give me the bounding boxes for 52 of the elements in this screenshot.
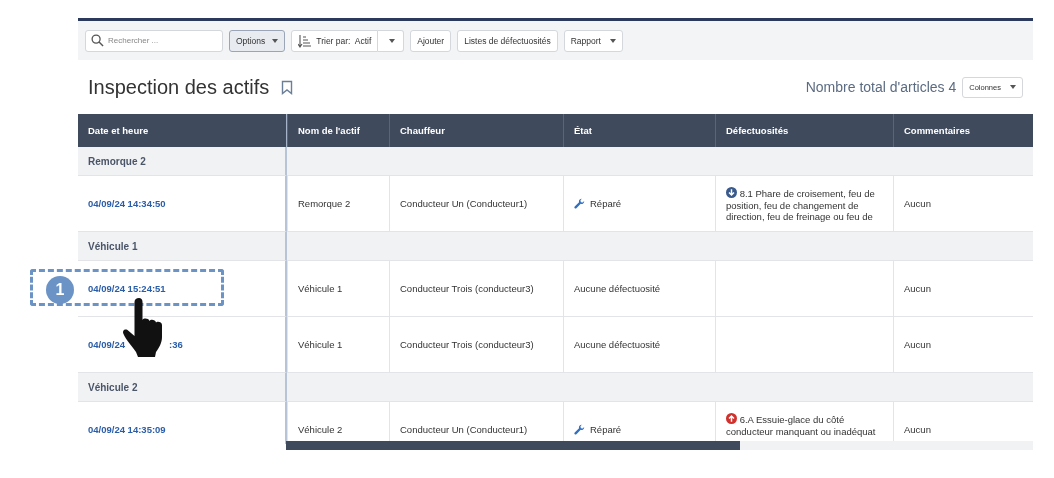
table-cell: Véhicule 1: [298, 339, 343, 350]
page-title: Inspection des actifs: [88, 75, 270, 99]
table-cell: Remorque 2: [298, 198, 351, 209]
table-cell: Véhicule 2: [298, 424, 343, 435]
date-link[interactable]: 04/09/24 14:35:09: [88, 424, 166, 435]
column-header[interactable]: Défectuosités: [715, 114, 893, 147]
table-cell: Aucun: [904, 339, 931, 350]
group-row-label: Véhicule 1: [78, 232, 287, 261]
toolbar-button[interactable]: Ajouter: [410, 29, 452, 52]
table-cell: Conducteur Trois (conducteur3): [400, 339, 534, 350]
column-header[interactable]: Chauffeur: [389, 114, 563, 147]
group-row-label: Véhicule 2: [78, 373, 287, 402]
date-link[interactable]: 04/09/24 14:34:50: [88, 198, 166, 209]
table-cell: Aucun: [904, 283, 931, 294]
toolbar-button[interactable]: Listes de défectuosités: [457, 29, 558, 52]
column-header[interactable]: Nom de l'actif: [287, 114, 389, 147]
scrollbar-thumb[interactable]: [286, 441, 740, 450]
bookmark-icon[interactable]: [281, 79, 294, 95]
date-link[interactable]: 04/09/24: [88, 339, 125, 350]
sort-dropdown-button[interactable]: [378, 29, 405, 52]
group-row-label: Remorque 2: [78, 147, 287, 176]
column-header[interactable]: Date et heure: [78, 114, 287, 147]
table-cell: Aucune défectuosité: [574, 283, 661, 294]
toolbar-button[interactable]: Rapport: [563, 29, 624, 52]
table-cell: Aucune défectuosité: [574, 339, 661, 350]
step-badge: 1: [46, 276, 74, 304]
total-count: Nombre total d'articles 4: [805, 79, 957, 95]
search-field[interactable]: Rechercher ...: [85, 29, 223, 52]
table-cell: Réparé: [590, 198, 622, 209]
caret-icon: [610, 38, 617, 43]
sort-button[interactable]: Trier par: Actif: [291, 29, 379, 52]
table-cell: Conducteur Trois (conducteur3): [400, 283, 534, 294]
table-cell: Réparé: [590, 424, 622, 435]
wrench-icon: [574, 424, 585, 435]
options-button[interactable]: Options: [229, 29, 286, 52]
caret-icon: [1010, 85, 1016, 89]
column-header[interactable]: État: [563, 114, 715, 147]
search-icon: [91, 33, 104, 47]
caret-icon: [272, 38, 279, 43]
table-cell: Véhicule 1: [298, 283, 343, 294]
column-header[interactable]: Commentaires: [893, 114, 1033, 147]
sort-icon: [298, 33, 313, 48]
table-cell: Aucun: [904, 424, 931, 435]
table-cell: Conducteur Un (Conducteur1): [400, 198, 528, 209]
wrench-icon: [574, 198, 585, 209]
table-cell: Aucun: [904, 198, 931, 209]
defect-text: 6.A Essuie-glace du côté conducteur manquant ou inadéquat: [726, 413, 877, 437]
defect-text: 8.1 Phare de croisement, feu de position, feu de changement de direction, feu de freinage ou feu de: [726, 187, 876, 223]
date-link[interactable]: :36: [169, 339, 183, 350]
date-link[interactable]: 04/09/24 15:24:51: [88, 283, 166, 294]
caret-icon: [389, 38, 396, 43]
table-cell: Conducteur Un (Conducteur1): [400, 424, 528, 435]
